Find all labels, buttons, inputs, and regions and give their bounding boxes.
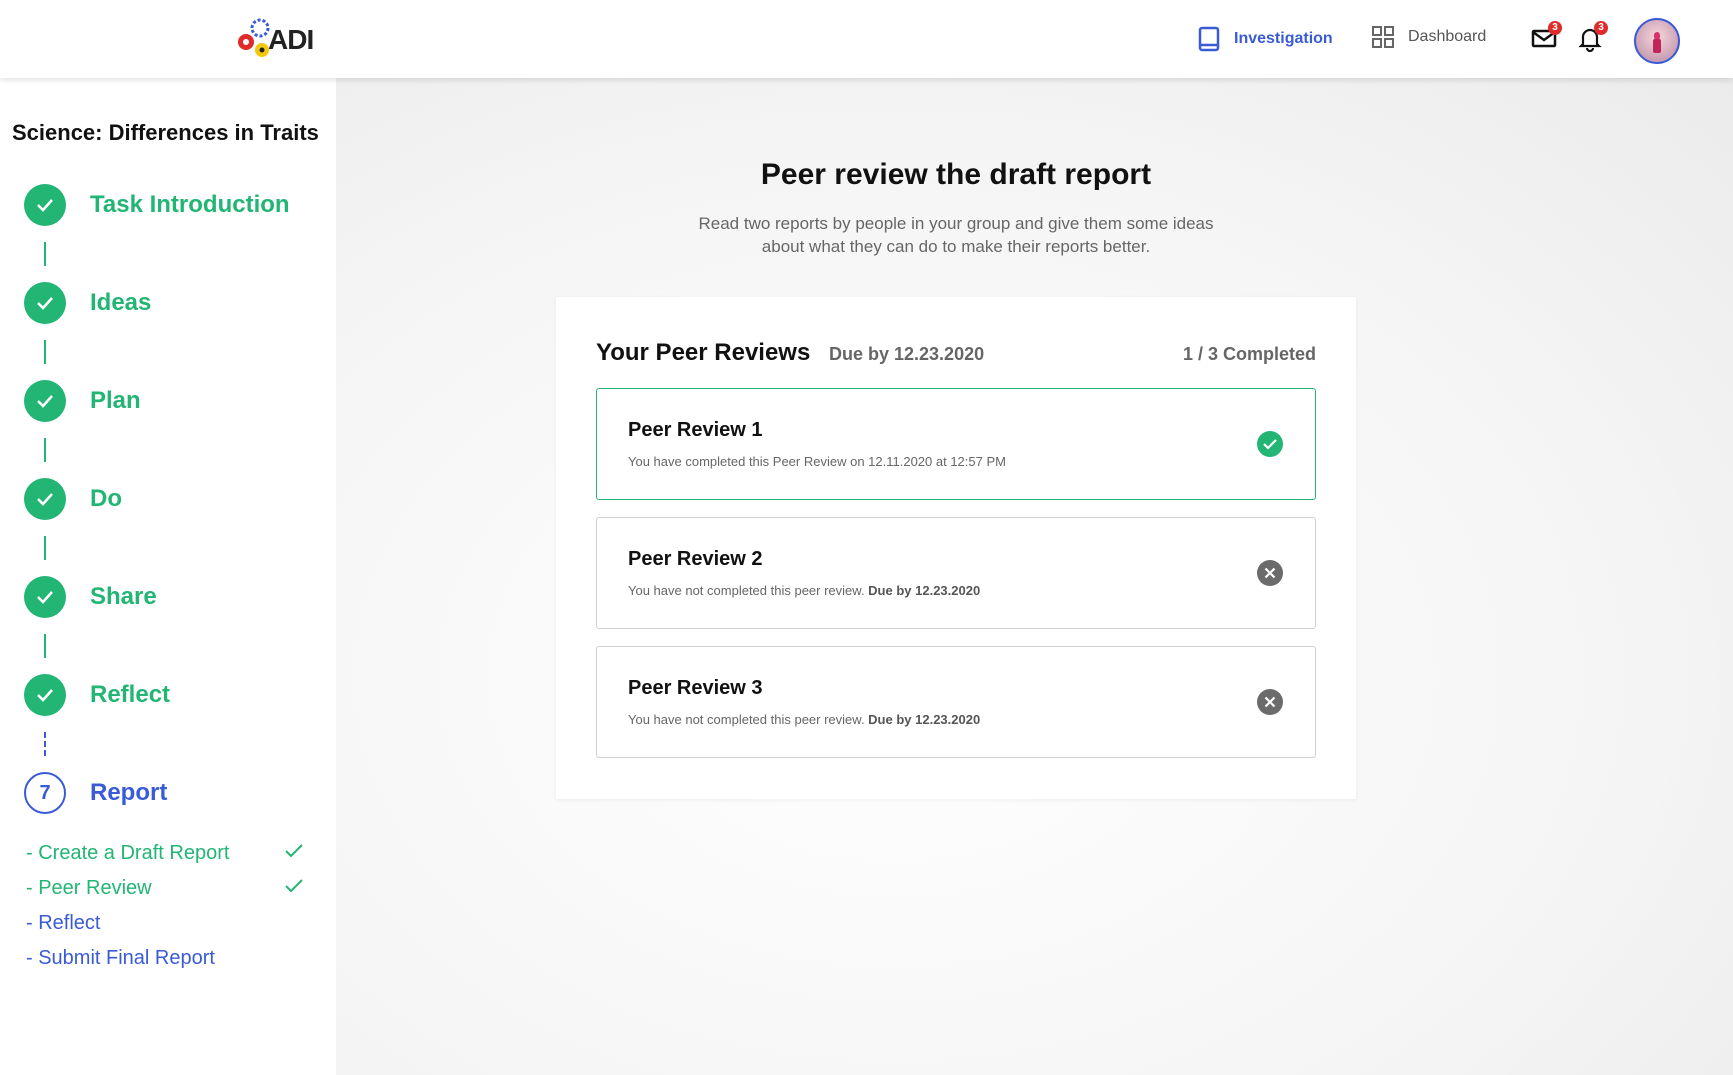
course-title: Science: Differences in Traits <box>12 120 319 145</box>
step-label: Reflect <box>90 681 171 708</box>
step-connector-dashed <box>44 732 46 756</box>
peer-reviews-card: Your Peer Reviews Due by 12.23.2020 1 / … <box>556 297 1356 799</box>
avatar-image <box>1653 32 1661 53</box>
check-icon <box>37 493 53 506</box>
completed-count: 1 / 3 Completed <box>1182 344 1316 364</box>
peer-review-name: Peer Review 3 <box>628 677 763 699</box>
grid-icon <box>1372 26 1394 48</box>
check-icon <box>37 395 53 408</box>
user-avatar[interactable] <box>1634 18 1680 64</box>
notifications-button[interactable]: 3 <box>1576 21 1608 56</box>
card-due-date: Due by 12.23.2020 <box>829 344 985 364</box>
step-do[interactable]: Do <box>24 478 122 520</box>
check-icon <box>37 591 53 604</box>
step-connector <box>44 634 46 658</box>
x-circle-icon <box>1257 689 1283 715</box>
step-connector <box>44 340 46 364</box>
step-label: Report <box>90 779 168 806</box>
step-connector <box>44 242 46 266</box>
step-task-introduction[interactable]: Task Introduction <box>24 184 290 226</box>
step-ideas[interactable]: Ideas <box>24 282 151 324</box>
substep-reflect[interactable]: - Reflect <box>26 912 100 935</box>
step-complete-check <box>24 184 66 226</box>
peer-review-status: You have not completed this peer review.… <box>628 583 980 598</box>
x-circle-icon <box>1257 560 1283 586</box>
book-icon <box>1198 26 1220 52</box>
step-label: Do <box>90 485 122 512</box>
due-text: Due by 12.23.2020 <box>868 712 981 727</box>
step-label: Ideas <box>90 289 152 316</box>
step-complete-check <box>24 674 66 716</box>
sidebar: Science: Differences in Traits Task Intr… <box>0 78 336 1075</box>
peer-review-name: Peer Review 1 <box>628 419 763 441</box>
peer-review-name: Peer Review 2 <box>628 548 763 570</box>
substep-submit-final-report[interactable]: - Submit Final Report <box>26 947 215 970</box>
step-reflect[interactable]: Reflect <box>24 674 170 716</box>
nav-dashboard-label: Dashboard <box>1408 28 1487 45</box>
step-complete-check <box>24 380 66 422</box>
substep-create-draft-report[interactable]: - Create a Draft Report <box>26 842 229 865</box>
mail-badge: 3 <box>1548 21 1562 35</box>
nav-investigation-label: Investigation <box>1234 30 1333 47</box>
peer-review-item[interactable]: Peer Review 1 You have completed this Pe… <box>596 388 1316 500</box>
status-text: You have not completed this peer review. <box>628 712 869 727</box>
substep-peer-review[interactable]: - Peer Review <box>26 877 152 900</box>
peer-review-status: You have not completed this peer review.… <box>628 712 980 727</box>
check-icon <box>285 879 303 893</box>
status-text: You have not completed this peer review. <box>628 583 869 598</box>
nav-investigation[interactable]: Investigation <box>1198 26 1333 52</box>
step-connector <box>44 536 46 560</box>
step-complete-check <box>24 478 66 520</box>
step-label: Task Introduction <box>90 191 290 218</box>
step-label: Share <box>90 583 157 610</box>
step-complete-check <box>24 576 66 618</box>
page-description: Read two reports by people in your group… <box>336 212 1576 258</box>
peer-review-item[interactable]: Peer Review 3 You have not completed thi… <box>596 646 1316 758</box>
peer-review-item[interactable]: Peer Review 2 You have not completed thi… <box>596 517 1316 629</box>
description-line: about what they can do to make their rep… <box>761 237 1151 256</box>
step-plan[interactable]: Plan <box>24 380 141 422</box>
bell-badge: 3 <box>1594 21 1608 35</box>
mail-button[interactable]: 3 <box>1530 21 1562 56</box>
description-line: Read two reports by people in your group… <box>698 214 1214 233</box>
check-icon <box>37 297 53 310</box>
logo-text: ADI <box>268 24 314 55</box>
step-label: Plan <box>90 387 141 414</box>
check-circle-icon <box>1257 431 1283 457</box>
status-text: You have completed this Peer Review on 1… <box>628 454 1006 469</box>
main-content: Peer review the draft report Read two re… <box>336 78 1733 1075</box>
nav-dashboard[interactable]: Dashboard <box>1372 26 1486 48</box>
top-header: ADI Investigation Dashboard 3 3 <box>0 0 1733 78</box>
check-icon <box>37 689 53 702</box>
adi-logo[interactable]: ADI <box>234 16 318 62</box>
step-connector <box>44 438 46 462</box>
step-number-circle: 7 <box>24 772 66 814</box>
check-icon <box>37 199 53 212</box>
step-report[interactable]: 7 Report <box>24 772 167 814</box>
step-complete-check <box>24 282 66 324</box>
step-share[interactable]: Share <box>24 576 157 618</box>
check-icon <box>285 844 303 858</box>
page-title: Peer review the draft report <box>760 158 1152 191</box>
card-title: Your Peer Reviews <box>596 339 811 366</box>
due-text: Due by 12.23.2020 <box>868 583 981 598</box>
peer-review-status: You have completed this Peer Review on 1… <box>628 454 1006 469</box>
